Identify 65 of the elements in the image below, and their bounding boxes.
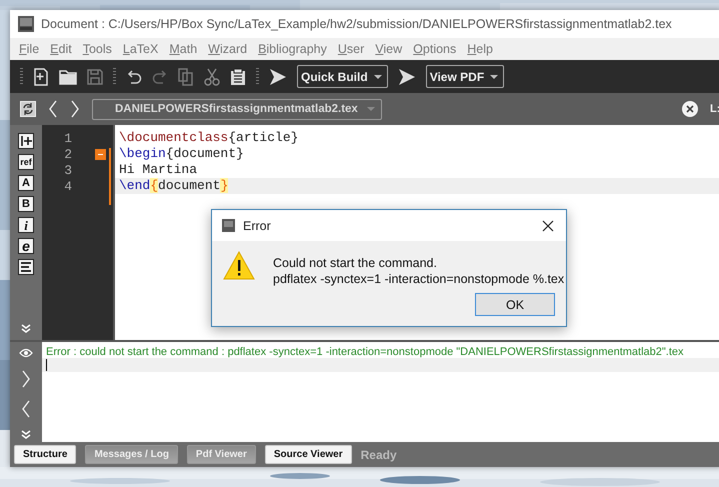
refresh-icon[interactable] [20, 101, 36, 117]
log-message: Error : could not start the command : pdflatex -synctex=1 -interaction=nonstopmode "DANIELPOWERSfirstassignmentmatlab2".tex [45, 345, 685, 358]
format-tool[interactable]: e [18, 238, 34, 254]
redo-icon[interactable] [152, 68, 168, 84]
close-icon[interactable] [682, 101, 698, 117]
cursor-label: L: [710, 103, 719, 115]
status-text: Ready [360, 448, 397, 462]
menu-item[interactable]: Options [413, 42, 456, 56]
eye-icon[interactable] [19, 348, 33, 358]
line-number: 4 [63, 178, 72, 194]
run-arrow-icon[interactable] [398, 68, 416, 86]
new-file-icon[interactable] [33, 68, 49, 86]
view-dropdown[interactable]: View PDF [426, 65, 504, 88]
save-icon[interactable] [87, 68, 103, 84]
fold-icon[interactable] [95, 148, 106, 160]
list-icon[interactable] [18, 259, 34, 275]
insert-icon[interactable] [18, 133, 34, 149]
line-number: 2 [63, 146, 72, 162]
more-icon[interactable] [21, 430, 31, 440]
menu-item[interactable]: Bibliography [258, 42, 327, 56]
code-line: \documentclass{article} [118, 130, 300, 146]
menu-item[interactable]: Tools [82, 42, 112, 56]
menu-item[interactable]: Math [169, 42, 198, 56]
clipboard-icon[interactable] [230, 68, 246, 86]
menu-item[interactable]: File [19, 42, 40, 56]
app-logo-icon [18, 16, 34, 32]
text-cursor [46, 359, 47, 371]
run-arrow-icon[interactable] [269, 68, 287, 86]
file-dropdown[interactable]: DANIELPOWERSfirstassignmentmatlab2.tex [92, 98, 382, 120]
back-icon[interactable] [48, 100, 58, 118]
menu-item[interactable]: LaTeX [122, 42, 158, 56]
build-dropdown[interactable]: Quick Build [297, 65, 388, 88]
menu-item[interactable]: Edit [50, 42, 72, 56]
back-icon[interactable] [21, 400, 31, 418]
window-title: Document : C:/Users/HP/Box Sync/LaTex_Example/hw2/submission/DANIELPOWERSfirstassignmentmatlab2.tex [41, 17, 672, 31]
panel-toggle-button[interactable]: Pdf Viewer [186, 445, 256, 464]
app-logo-icon [222, 219, 235, 232]
cut-icon[interactable] [204, 68, 220, 86]
dialog-title: Error [243, 218, 271, 232]
dialog-message: pdflatex -synctex=1 -interaction=nonstopmode %.tex [273, 271, 564, 287]
menu-item[interactable]: User [338, 42, 364, 56]
forward-icon[interactable] [21, 370, 31, 388]
menu-item[interactable]: View [375, 42, 402, 56]
menu-item[interactable]: Help [467, 42, 493, 56]
code-line: Hi Martina [118, 162, 198, 178]
more-icon[interactable] [21, 324, 31, 334]
format-tool[interactable]: B [18, 196, 34, 212]
forward-icon[interactable] [70, 100, 80, 118]
menu-item[interactable]: Wizard [208, 42, 248, 56]
warning-icon [223, 251, 255, 280]
line-number: 1 [63, 130, 72, 146]
panel-toggle-button[interactable]: Structure [14, 445, 76, 464]
folder-icon[interactable] [59, 68, 77, 84]
undo-icon[interactable] [126, 68, 142, 84]
format-tool[interactable]: ref [18, 154, 34, 170]
format-tool[interactable]: A [18, 175, 34, 191]
panel-toggle-button[interactable]: Source Viewer [264, 445, 352, 464]
copy-icon[interactable] [178, 68, 194, 86]
panel-toggle-button[interactable]: Messages / Log [85, 445, 178, 464]
ok-button[interactable]: OK [475, 293, 555, 316]
format-tool[interactable]: i [18, 217, 34, 233]
code-line: \begin{document} [118, 146, 245, 162]
line-number: 3 [63, 162, 72, 178]
dialog-message: Could not start the command. [273, 255, 438, 271]
close-icon[interactable] [542, 220, 554, 232]
